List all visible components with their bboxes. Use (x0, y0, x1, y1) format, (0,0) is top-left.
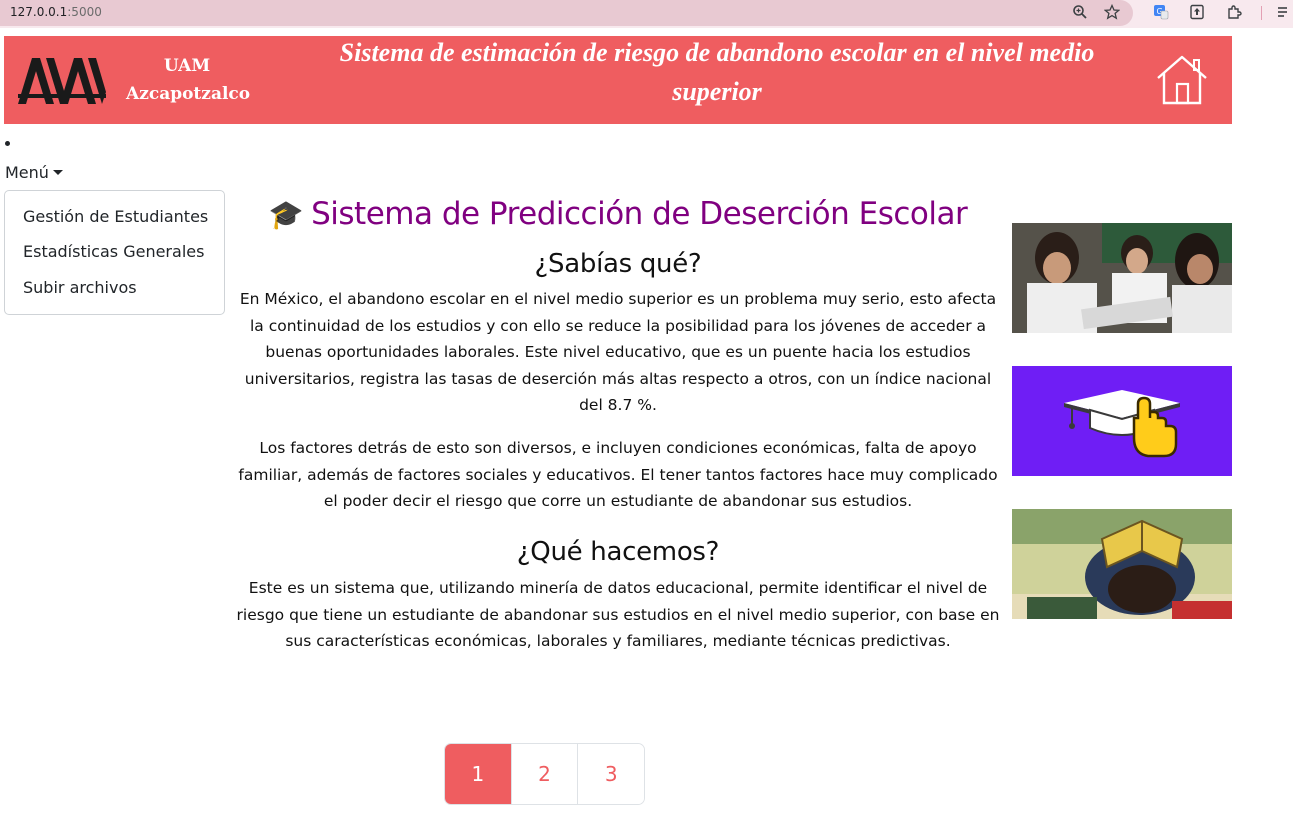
browser-toolbar: 127.0.0.1:5000 G (0, 0, 1293, 28)
site-header: UAM Azcapotzalco Sistema de estimación d… (4, 36, 1232, 124)
zoom-icon[interactable] (1071, 4, 1089, 22)
org-name: UAM Azcapotzalco (126, 52, 251, 108)
url-text[interactable]: 127.0.0.1:5000 (10, 5, 102, 19)
section-heading-sabias-que: ¿Sabías qué? (534, 249, 702, 279)
graduation-click-image (1012, 366, 1232, 476)
bookmark-star-icon[interactable] (1103, 3, 1121, 22)
page-button-2[interactable]: 2 (510, 744, 578, 804)
menu-item-gestion-estudiantes[interactable]: Gestión de Estudiantes (23, 206, 208, 228)
site-title: Sistema de estimación de riesgo de aband… (339, 38, 1095, 106)
address-bar[interactable]: 127.0.0.1:5000 (0, 0, 1133, 26)
menu-item-subir-archivos[interactable]: Subir archivos (23, 277, 137, 299)
page-title: 🎓 Sistema de Predicción de Deserción Esco… (230, 193, 1006, 236)
paragraph-que-hacemos: Este es un sistema que, utilizando miner… (236, 579, 1000, 650)
uam-logo-icon (18, 58, 106, 108)
reading-list-icon[interactable] (1275, 4, 1293, 22)
upload-extension-icon[interactable] (1188, 4, 1206, 22)
page-button-1[interactable]: 1 (445, 744, 511, 804)
org-name-line2: Azcapotzalco (126, 84, 251, 104)
paragraph-factores: Los factores detrás de esto son diversos… (238, 439, 998, 510)
extensions-puzzle-icon[interactable] (1225, 4, 1243, 22)
home-icon[interactable] (1154, 54, 1210, 110)
menu-toggle-label: Menú (5, 163, 49, 182)
pagination: 1 2 3 (444, 743, 645, 805)
stressed-student-photo (1012, 509, 1232, 619)
page-button-3[interactable]: 3 (577, 744, 644, 804)
paragraph-abandono: En México, el abandono escolar en el niv… (239, 290, 997, 414)
page-title-text: Sistema de Predicción de Deserción Escol… (311, 196, 968, 232)
section-heading-que-hacemos: ¿Qué hacemos? (516, 537, 720, 567)
org-name-line1: UAM (163, 56, 211, 76)
menu-item-estadisticas-generales[interactable]: Estadísticas Generales (23, 241, 204, 263)
menu-dropdown: Gestión de Estudiantes Estadísticas Gene… (4, 190, 225, 315)
translate-extension-icon[interactable]: G (1152, 4, 1170, 22)
graduation-cap-icon: 🎓 (268, 198, 304, 231)
toolbar-divider (1261, 6, 1262, 20)
students-photo (1012, 223, 1232, 333)
caret-down-icon (52, 170, 63, 175)
list-bullet (5, 141, 10, 146)
menu-dropdown-toggle[interactable]: Menú (5, 162, 63, 184)
